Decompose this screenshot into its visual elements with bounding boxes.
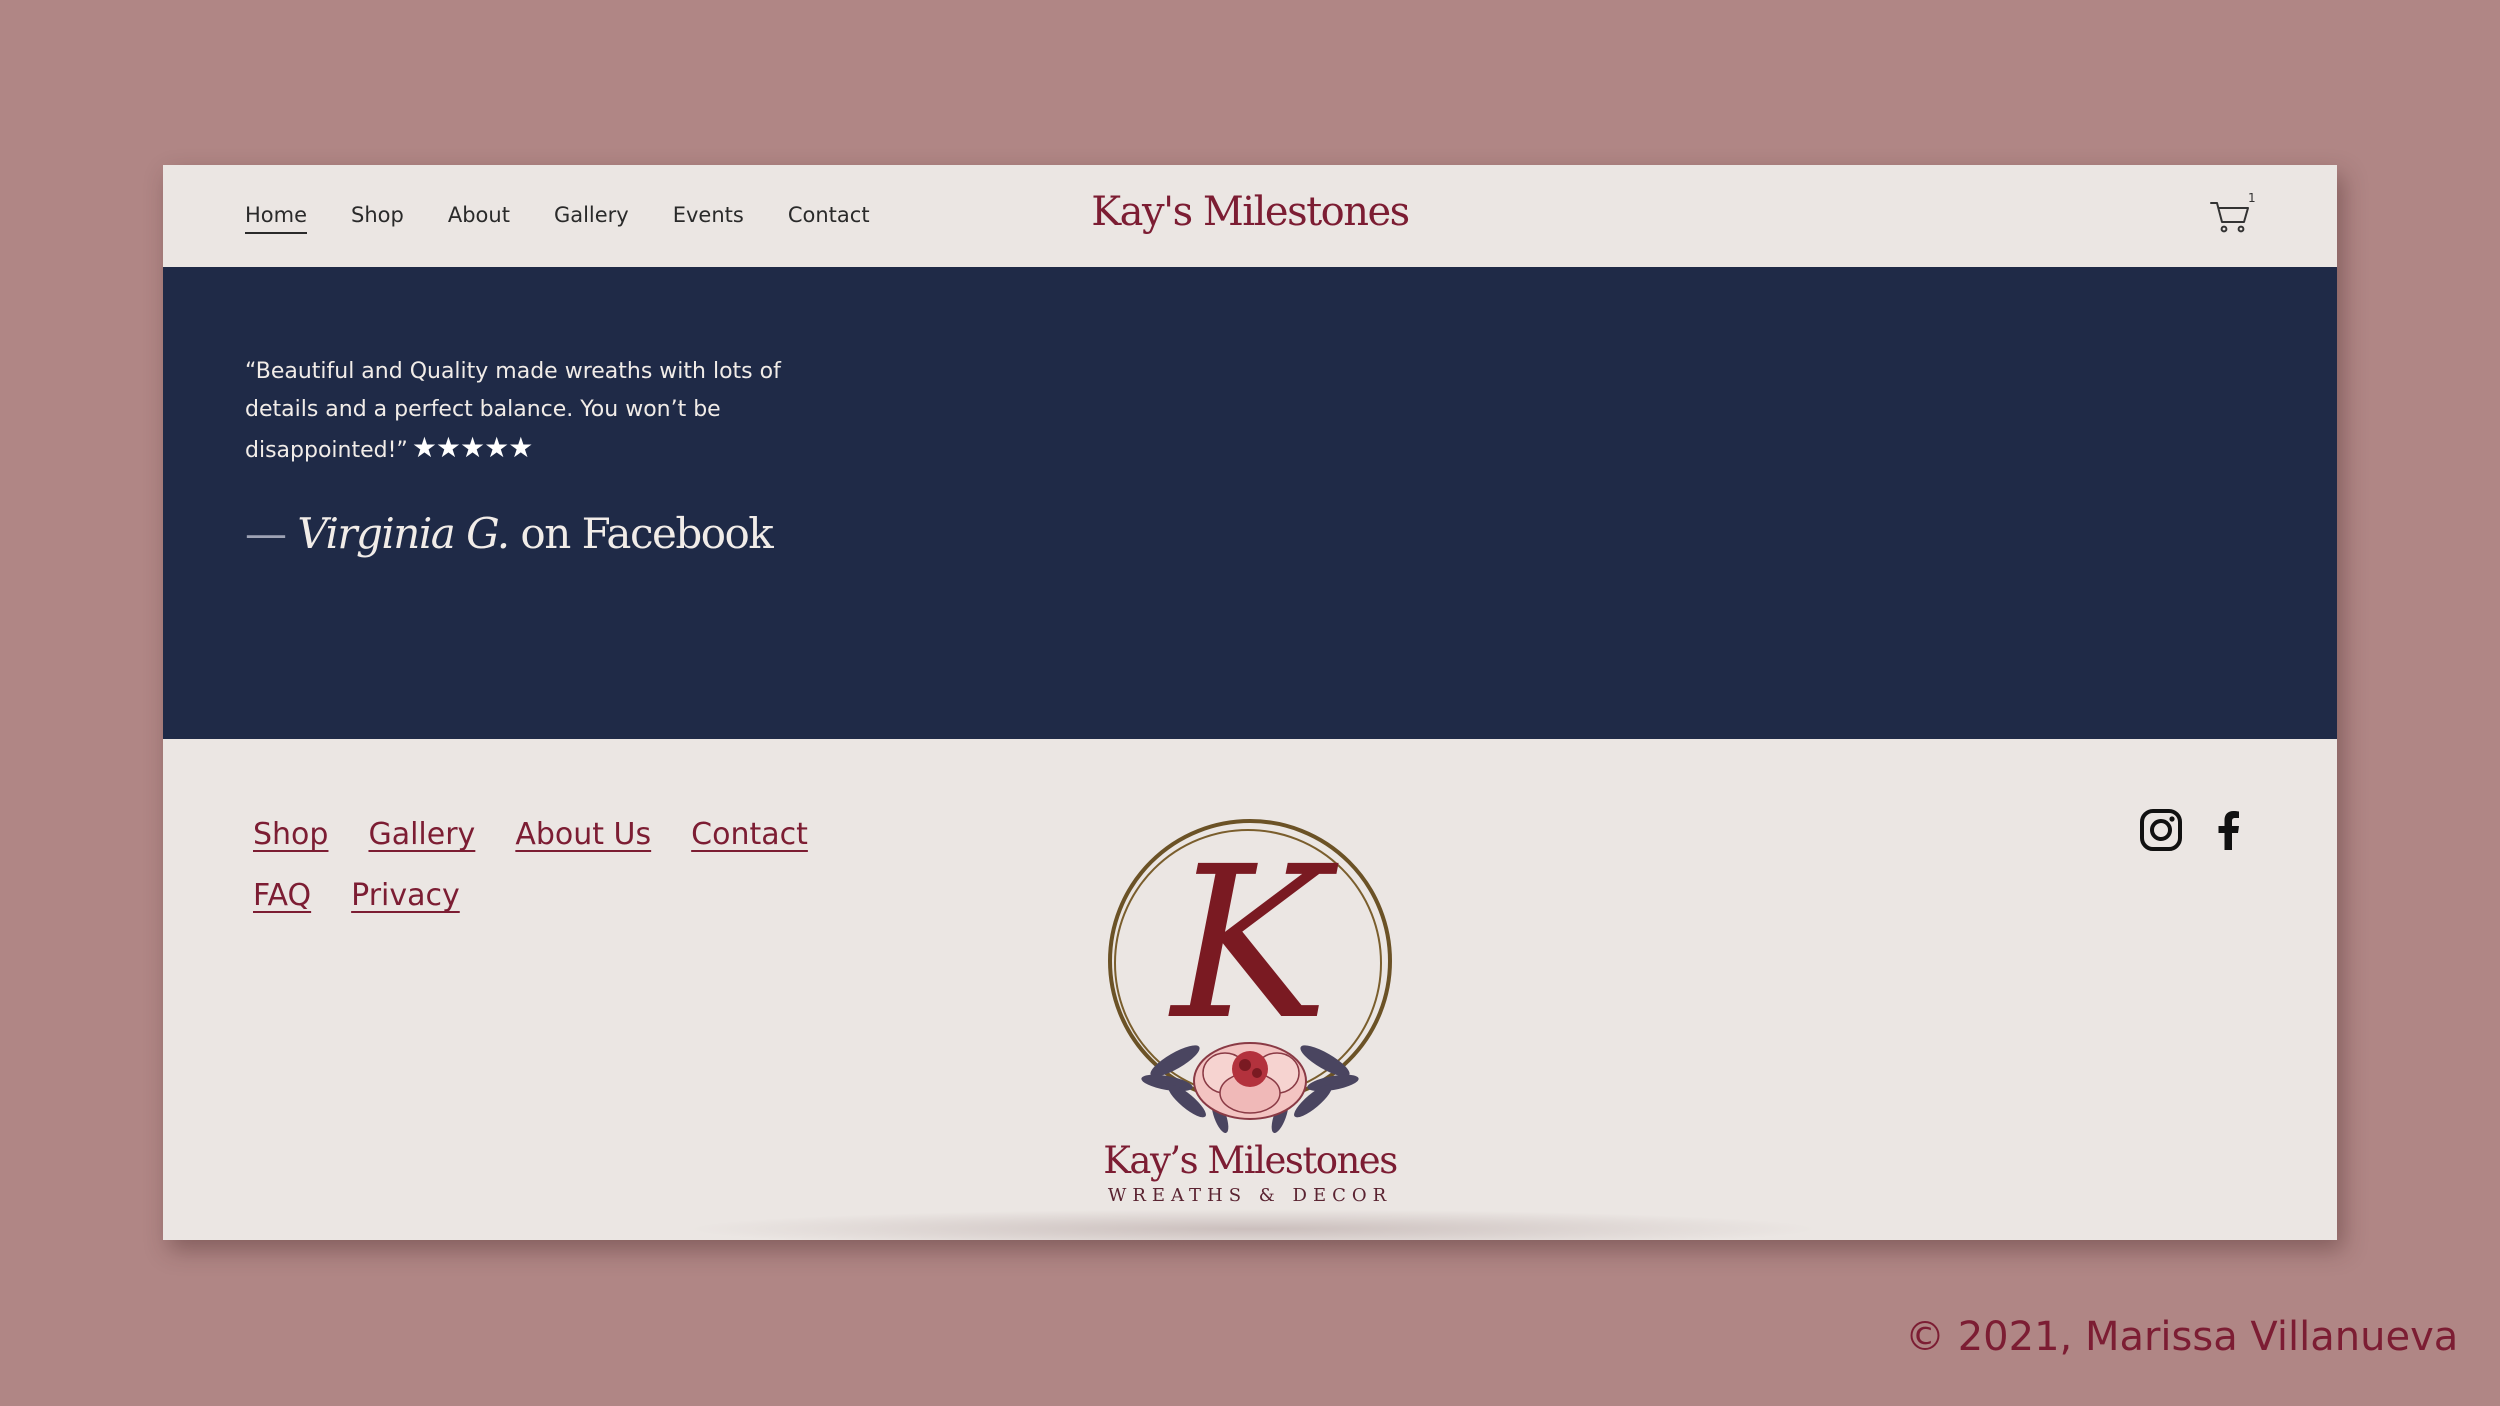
footer-link-privacy[interactable]: Privacy <box>351 878 460 913</box>
footer-links: Shop Gallery About Us Contact FAQ Privac… <box>253 817 893 939</box>
testimonial-quote: “Beautiful and Quality made wreaths with… <box>245 353 845 470</box>
logo-name: Kay’s Milestones <box>1103 1139 1398 1182</box>
testimonial-attribution: — Virginia G. on Facebook <box>245 509 774 558</box>
attribution-author: Virginia G. <box>297 509 510 558</box>
footer-shadow <box>683 1209 1823 1249</box>
kays-milestones-logo: K <box>1108 819 1392 1134</box>
footer-link-gallery[interactable]: Gallery <box>368 817 475 852</box>
logo-tagline: WREATHS & DECOR <box>1107 1185 1393 1206</box>
attribution-source: on Facebook <box>520 509 773 558</box>
site-brand[interactable]: Kay's Milestones <box>163 189 2337 235</box>
facebook-icon[interactable] <box>2207 808 2251 852</box>
footer-link-about-us[interactable]: About Us <box>515 817 651 852</box>
site-header: Home Shop About Gallery Events Contact K… <box>163 165 2337 267</box>
social-links <box>2139 808 2251 852</box>
site-footer: Shop Gallery About Us Contact FAQ Privac… <box>163 739 2337 1249</box>
footer-links-row: FAQ Privacy <box>253 878 893 913</box>
footer-link-contact[interactable]: Contact <box>691 817 808 852</box>
footer-link-shop[interactable]: Shop <box>253 817 328 852</box>
logo-monogram: K <box>1168 821 1340 1066</box>
copyright-text: © 2021, Marissa Villanueva <box>1905 1314 2459 1360</box>
cart-count-badge: 1 <box>2248 191 2256 205</box>
website-mockup: Home Shop About Gallery Events Contact K… <box>163 165 2337 1249</box>
footer-links-row: Shop Gallery About Us Contact <box>253 817 893 852</box>
attribution-dash: — <box>245 509 287 558</box>
cart-icon[interactable] <box>2208 195 2252 235</box>
instagram-icon[interactable] <box>2139 808 2183 852</box>
testimonial-section: “Beautiful and Quality made wreaths with… <box>163 267 2337 739</box>
rating-stars: ★★★★★ <box>411 431 534 464</box>
footer-link-faq[interactable]: FAQ <box>253 878 311 913</box>
